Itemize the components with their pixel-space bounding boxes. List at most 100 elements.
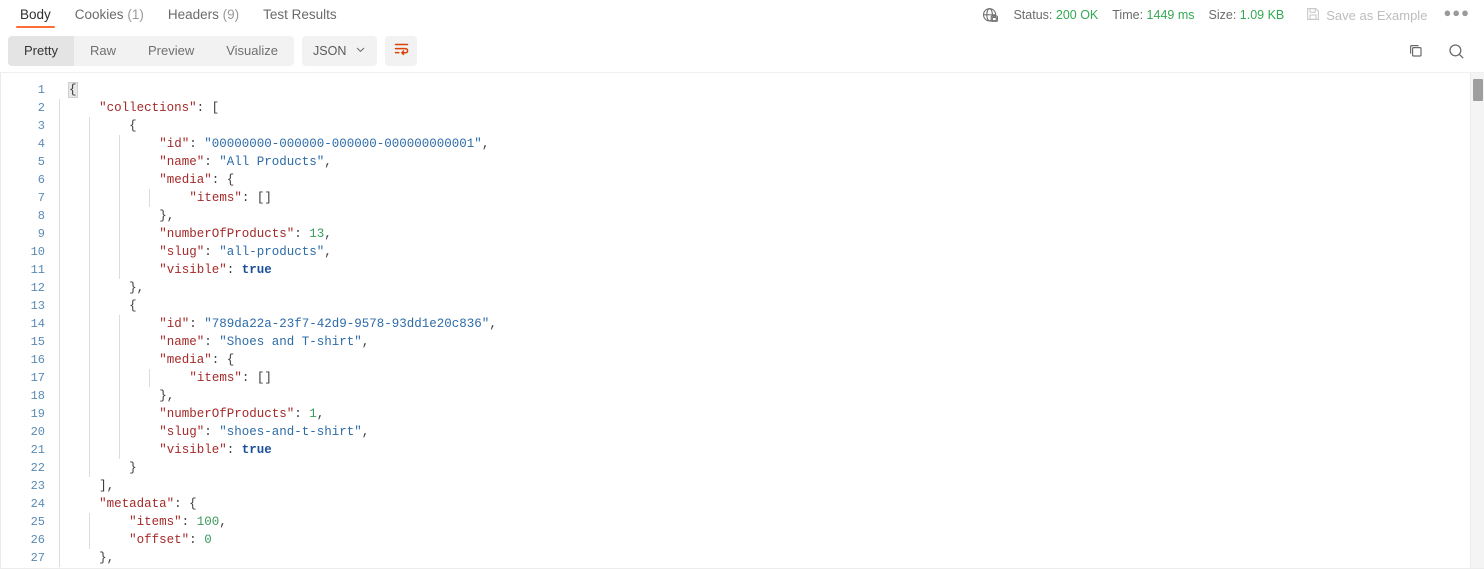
size-label: Size: [1208,8,1237,22]
chevron-down-icon [355,44,366,58]
code-token: "media" [159,353,212,367]
code-line: 21 "visible": true [1,441,1470,459]
view-mode-preview-label: Preview [147,43,195,58]
code-line: 25 "items": 100, [1,513,1470,531]
indent-guide [59,513,60,531]
view-mode-pretty[interactable]: Pretty [8,36,74,66]
code-token: "All Products" [219,155,325,169]
code-token: "slug" [159,425,205,439]
indent-guide [59,117,60,135]
line-text: "id": "00000000-000000-000000-0000000000… [59,135,1470,153]
line-text: }, [59,549,1470,567]
indent-guide [59,459,60,477]
line-text: "media": { [59,351,1470,369]
tab-headers-label: Headers [167,7,219,22]
code-line: 9 "numberOfProducts": 13, [1,225,1470,243]
status-meta: Status: 200 OK [1013,8,1098,22]
indent-guide [59,387,60,405]
code-token: "metadata" [99,497,175,511]
line-text: "offset": 0 [59,531,1470,549]
view-mode-preview[interactable]: Preview [132,36,210,66]
line-number: 27 [30,551,45,565]
line-number: 11 [30,263,45,277]
code-token: , [361,335,370,349]
line-number: 24 [30,497,45,511]
code-token: "numberOfProducts" [159,227,295,241]
code-token: "id" [159,137,190,151]
globe-lock-icon[interactable] [982,7,999,24]
code-token: , [489,317,497,331]
code-token: 13 [309,227,325,241]
tab-headers[interactable]: Headers (9) [156,0,251,30]
tab-body[interactable]: Body [8,0,63,30]
vertical-scrollbar[interactable] [1470,73,1484,569]
line-number: 7 [37,191,45,205]
code-token: : [189,317,205,331]
code-line: 10 "slug": "all-products", [1,243,1470,261]
code-line: 22} [1,459,1470,477]
line-number: 19 [30,407,45,421]
line-text: "items": [] [59,189,1470,207]
tab-headers-count: (9) [222,7,240,22]
line-number: 12 [30,281,45,295]
tab-test-results[interactable]: Test Results [251,0,349,30]
word-wrap-button[interactable] [385,36,418,66]
code-line: 26 "offset": 0 [1,531,1470,549]
format-select-value: JSON [313,44,347,58]
more-options-icon[interactable]: ●●● [1443,5,1470,20]
line-text: { [59,117,1470,135]
code-line: 15 "name": "Shoes and T-shirt", [1,333,1470,351]
code-token: : [204,425,220,439]
tab-cookies[interactable]: Cookies (1) [63,0,156,30]
code-token: "id" [159,317,190,331]
line-number: 18 [30,389,45,403]
code-token: 0 [204,533,212,547]
line-number: 14 [30,317,45,331]
code-token: , [324,227,332,241]
line-number: 2 [37,101,45,115]
code-token: : [189,533,205,547]
line-text: "id": "789da22a-23f7-42d9-9578-93dd1e20c… [59,315,1470,333]
save-as-example-button[interactable]: Save as Example [1306,7,1427,24]
format-select[interactable]: JSON [302,36,378,66]
vertical-scrollbar-thumb[interactable] [1473,79,1483,101]
code-token: , [324,155,332,169]
code-token: : [189,137,205,151]
code-token: "all-products" [219,245,325,259]
indent-guide [59,495,60,513]
code-scroll-area[interactable]: 1{2 "collections": [3{4 "id": "00000000-00… [1,73,1470,569]
code-token: : [204,335,220,349]
indent-guide [59,333,60,351]
time-meta: Time: 1449 ms [1112,8,1194,22]
time-value: 1449 ms [1146,8,1195,22]
code-token: : [204,245,220,259]
code-token: , [316,407,325,421]
code-token: 100 [196,515,220,529]
indent-guide [59,369,60,387]
code-token: "visible" [159,263,227,277]
line-number: 25 [30,515,45,529]
view-mode-raw[interactable]: Raw [74,36,132,66]
line-number: 17 [30,371,45,385]
code-line: 3{ [1,117,1470,135]
code-line: 16 "media": { [1,351,1470,369]
search-icon[interactable] [1447,42,1466,61]
word-wrap-icon [393,41,410,61]
code-token: "00000000-000000-000000-000000000001" [204,137,482,151]
tab-test-results-label: Test Results [263,7,337,22]
code-token: : [226,443,242,457]
code-line: 11 "visible": true [1,261,1470,279]
code-token: "slug" [159,245,205,259]
line-text: }, [59,387,1470,405]
line-number: 9 [37,227,45,241]
time-label: Time: [1112,8,1144,22]
code-line: 17 "items": [] [1,369,1470,387]
code-token: }, [159,209,175,223]
save-as-example-label: Save as Example [1326,7,1428,23]
indent-guide [59,549,60,567]
line-number: 15 [30,335,45,349]
code-token: { [129,119,137,133]
view-mode-visualize[interactable]: Visualize [210,36,294,66]
copy-icon[interactable] [1407,42,1425,60]
response-tab-list: Body Cookies (1) Headers (9) Test Result… [8,0,349,30]
